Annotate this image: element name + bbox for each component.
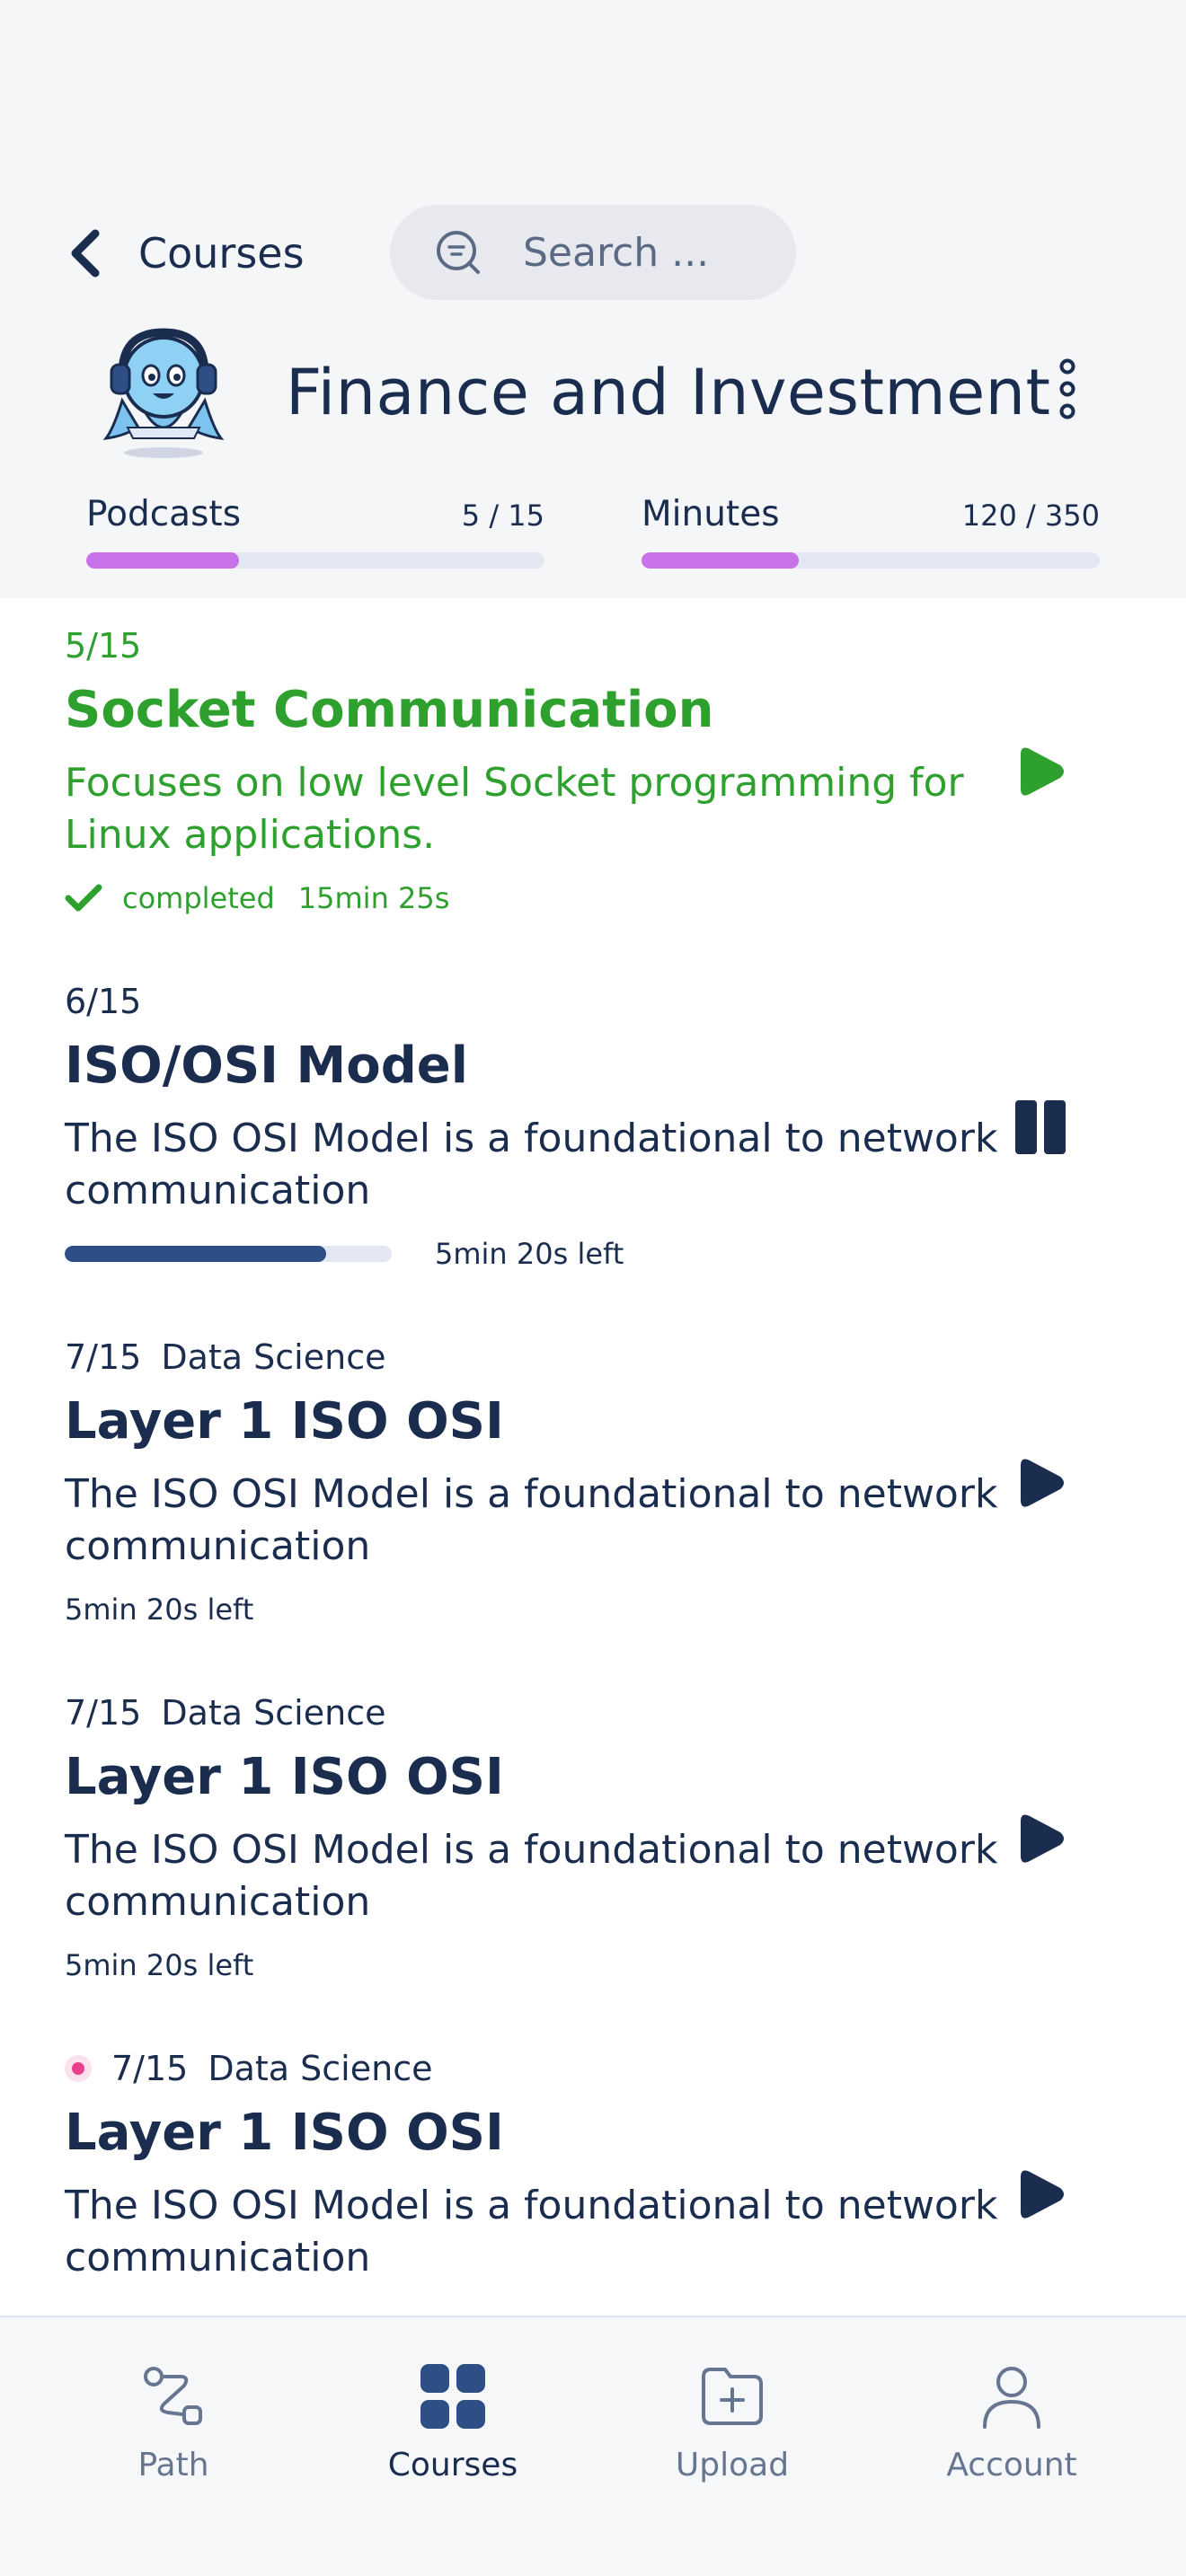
episode-item[interactable]: 6/15 ISO/OSI Model The ISO OSI Model is … [65,981,1121,1271]
course-page: Courses Search ... Finance and Investmen… [0,0,1186,2576]
minutes-value: 120 / 350 [961,498,1100,533]
episode-title: Socket Communication [65,681,714,739]
podcasts-label: Podcasts [86,494,242,534]
episode-description: The ISO OSI Model is a foundational to n… [65,1827,998,1925]
episode-progress-row: 5min 20s left [65,1237,1121,1271]
pause-icon[interactable] [1012,1098,1069,1157]
play-icon[interactable] [1012,742,1069,801]
episode-number: 5/15 [65,626,142,666]
episode-item[interactable]: 7/15 Data Science Layer 1 ISO OSI The IS… [65,2048,1121,2284]
podcasts-value: 5 / 15 [461,498,544,533]
person-icon [983,2367,1040,2429]
episode-title: ISO/OSI Model [65,1037,468,1095]
course-header: Courses Search ... Finance and Investmen… [0,0,1186,598]
nav-upload[interactable]: Upload [624,2360,840,2483]
mascot-logo [102,328,225,458]
episode-status: 5min 20s left [65,1948,1121,1982]
play-icon[interactable] [1012,2165,1069,2224]
nav-account-label: Account [946,2447,1077,2483]
nav-path-label: Path [137,2447,209,2483]
episode-description: Focuses on low level Socket programming … [65,760,964,858]
nav-courses-label: Courses [387,2447,518,2483]
path-icon [144,2367,202,2425]
podcasts-progress-fill [86,552,239,569]
folder-plus-icon [702,2368,763,2425]
episode-item[interactable]: 5/15 Socket Communication Focuses on low… [65,625,1121,915]
episode-status: completed 15min 25s [65,881,1121,915]
episode-meta: 5/15 [65,625,1121,666]
bottom-nav: Path Courses Upload Account [0,2316,1186,2576]
episode-item[interactable]: 7/15 Data Science Layer 1 ISO OSI The IS… [65,1692,1121,1982]
episode-title: Layer 1 ISO OSI [65,1748,504,1806]
search-icon [437,231,480,274]
minutes-stat: Minutes 120 / 350 [642,494,1100,569]
play-icon[interactable] [1012,1809,1069,1868]
time-left: 5min 20s left [65,1948,254,1982]
back-label: Courses [138,229,305,278]
episode-category: Data Science [208,2049,433,2088]
nav-courses[interactable]: Courses [345,2360,561,2483]
grid-icon [420,2364,485,2429]
more-options-icon[interactable] [1051,357,1084,420]
episode-progress-bar [65,1246,392,1262]
episode-title: Layer 1 ISO OSI [65,2104,504,2162]
episode-progress-fill [65,1246,327,1262]
search-input[interactable]: Search ... [390,205,796,300]
back-button[interactable]: Courses [65,223,305,284]
episode-number: 7/15 [111,2049,189,2088]
check-icon [65,884,102,912]
minutes-label: Minutes [642,494,780,534]
time-left: 5min 20s left [435,1237,624,1271]
nav-upload-label: Upload [675,2447,790,2483]
episode-description: The ISO OSI Model is a foundational to n… [65,1116,998,1213]
minutes-progress-bar [642,552,1100,569]
chevron-left-icon [71,229,100,278]
episode-description: The ISO OSI Model is a foundational to n… [65,2183,998,2280]
podcasts-stat: Podcasts 5 / 15 [86,494,544,569]
episode-item[interactable]: 7/15 Data Science Layer 1 ISO OSI The IS… [65,1337,1121,1627]
episode-number: 6/15 [65,982,142,1021]
course-title: Finance and Investment [286,356,1051,429]
episode-number: 7/15 [65,1337,142,1377]
nav-path[interactable]: Path [66,2360,281,2483]
time-left: 5min 20s left [65,1592,254,1627]
play-icon[interactable] [1012,1453,1069,1513]
episode-category: Data Science [161,1693,386,1733]
completed-label: completed [122,881,275,915]
episode-meta: 7/15 Data Science [65,2048,1121,2089]
search-placeholder: Search ... [523,229,710,276]
episode-meta: 6/15 [65,981,1121,1022]
episode-duration: 15min 25s [297,881,450,915]
nav-account[interactable]: Account [904,2360,1120,2483]
episode-description: The ISO OSI Model is a foundational to n… [65,1471,998,1569]
episode-meta: 7/15 Data Science [65,1337,1121,1378]
episode-title: Layer 1 ISO OSI [65,1392,504,1451]
minutes-progress-fill [642,552,799,569]
podcasts-progress-bar [86,552,544,569]
new-indicator-dot [65,2055,92,2082]
episode-meta: 7/15 Data Science [65,1692,1121,1734]
episode-category: Data Science [161,1337,386,1377]
episode-number: 7/15 [65,1693,142,1733]
episode-status: 5min 20s left [65,1592,1121,1627]
